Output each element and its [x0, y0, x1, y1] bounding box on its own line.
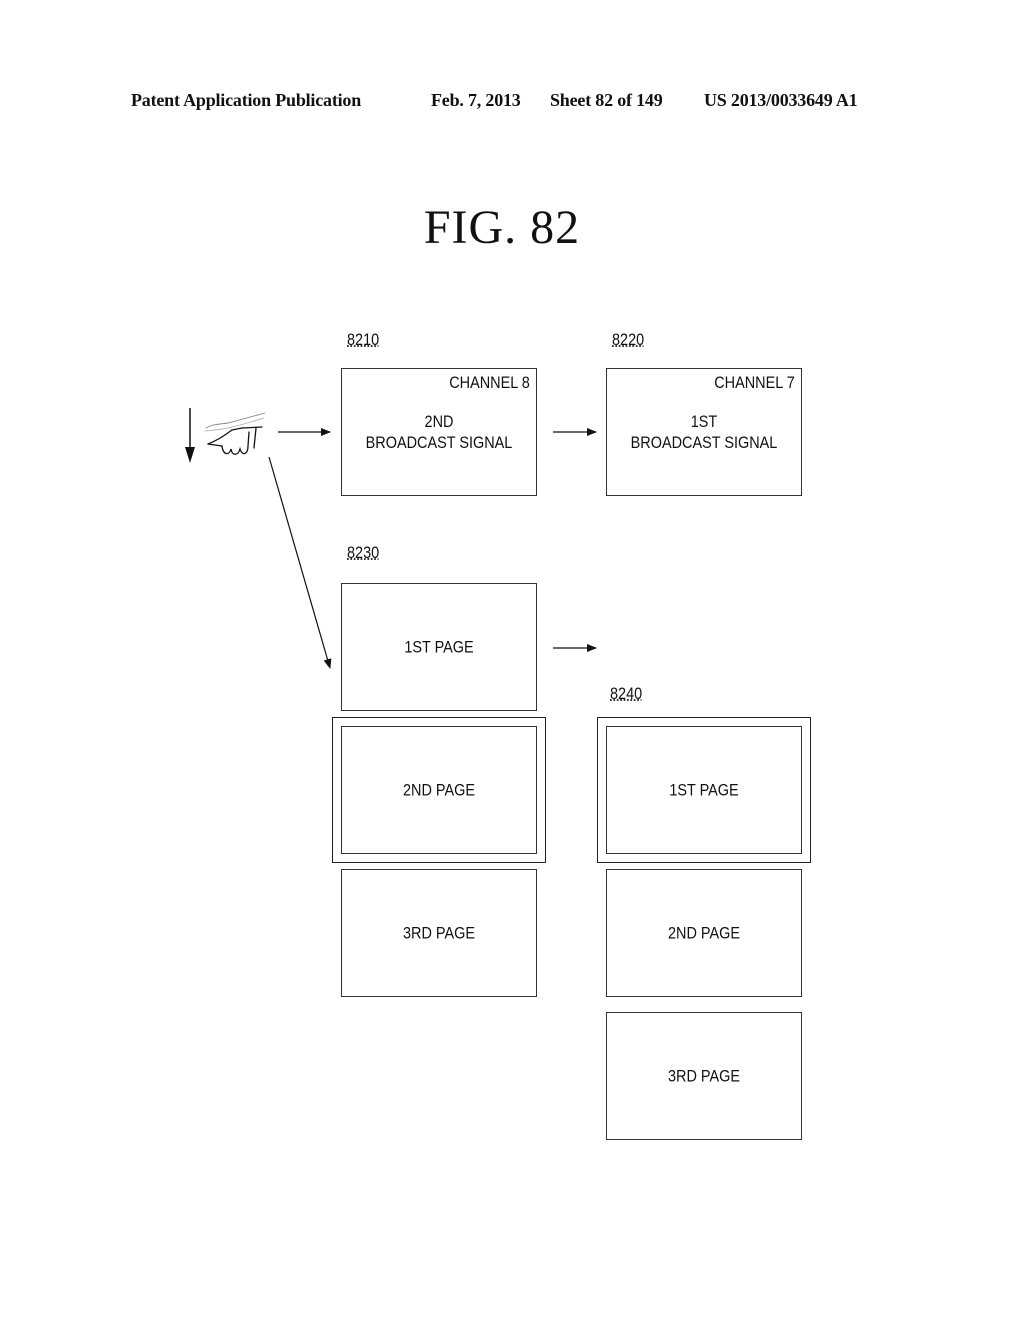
hand-swipe-down-icon	[204, 412, 266, 455]
arrow-down-icon	[185, 408, 195, 463]
diagram-connectors	[185, 408, 597, 669]
arrow-diagonal-icon	[268, 456, 332, 669]
